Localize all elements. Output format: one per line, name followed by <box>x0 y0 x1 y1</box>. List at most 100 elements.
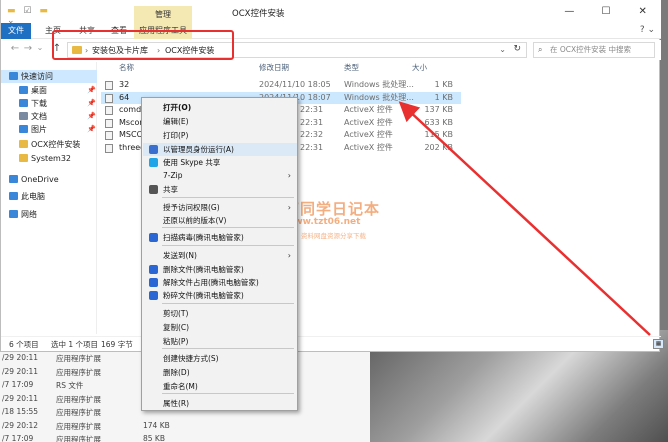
context-menu-item[interactable]: 复制(C) <box>143 321 297 334</box>
context-menu-item[interactable]: 扫描病毒(腾讯电脑管家) <box>143 231 297 244</box>
sidebar-item[interactable]: 此电脑 <box>1 190 97 203</box>
context-menu-item-label: 粘贴(P) <box>163 337 189 346</box>
download-icon <box>19 99 28 107</box>
selected-size: 169 字节 <box>101 340 133 349</box>
context-menu-item[interactable]: 共享 <box>143 183 297 196</box>
chevron-right-icon: › <box>287 203 291 212</box>
maximize-icon[interactable]: ☐ <box>588 0 625 23</box>
file-type: ActiveX 控件 <box>344 117 393 127</box>
sidebar-item-label: 快速访问 <box>21 72 53 81</box>
large-icons-view-icon[interactable]: ▦ <box>653 339 664 349</box>
context-menu-item[interactable]: 剪切(T) <box>143 307 297 320</box>
file-icon <box>105 81 113 90</box>
context-menu-item-label: 删除(D) <box>163 368 190 377</box>
quick-access-toolbar[interactable]: ▬ ☑ ▬ ⌄ <box>7 6 67 26</box>
context-menu-item[interactable]: 打印(P) <box>143 129 297 142</box>
sidebar-item-label: 桌面 <box>31 86 47 95</box>
column-type[interactable]: 类型 <box>344 62 359 73</box>
close-icon[interactable]: ✕ <box>624 0 661 23</box>
context-menu-item-label: 使用 Skype 共享 <box>163 158 221 167</box>
file-type: ActiveX 控件 <box>344 130 393 139</box>
cloud-icon <box>9 175 18 183</box>
file-size: 1 KB <box>434 80 453 89</box>
context-menu-item[interactable]: 粘贴(P) <box>143 335 297 348</box>
background-row-type: 应用程序扩展 <box>56 367 101 377</box>
minimize-icon[interactable]: — <box>551 0 588 23</box>
properties-icon[interactable]: ☑ <box>23 6 31 16</box>
window-controls: — ☐ ✕ <box>551 0 661 23</box>
context-menu-item-label: 解除文件占用(腾讯电脑管家) <box>163 278 259 287</box>
file-row[interactable]: 32 2024/11/10 18:05 Windows 批处理... 1 KB <box>101 79 461 91</box>
network-icon <box>9 210 18 218</box>
context-menu-item[interactable]: 删除文件(腾讯电脑管家) <box>143 263 297 276</box>
chevron-down-icon[interactable]: ⌄ <box>499 45 506 54</box>
pin-icon: 📌 <box>87 86 96 94</box>
sidebar-item[interactable]: 网络 <box>1 208 97 221</box>
desktop-icon <box>19 86 28 94</box>
context-menu: 打开(O) 编辑(E) 打印(P) 以管理员身份运行(A) 使用 Skype 共享 7-Z… <box>141 97 298 411</box>
sidebar-item-label: System32 <box>31 154 72 163</box>
pin-icon: 📌 <box>87 99 96 107</box>
search-icon: ⌕ <box>538 45 543 54</box>
sidebar-item[interactable]: 快速访问 <box>1 70 97 83</box>
sidebar-item[interactable]: 桌面 📌 <box>1 84 97 97</box>
file-type: Windows 批处理... <box>344 80 414 89</box>
file-date: 22:31 <box>300 117 324 127</box>
sidebar-item[interactable]: OCX控件安装 <box>1 138 97 151</box>
folder-icon[interactable]: ▬ <box>7 6 16 16</box>
file-name: 64 <box>119 92 130 102</box>
context-menu-item-label: 授予访问权限(G) <box>163 203 220 212</box>
context-menu-item[interactable]: 编辑(E) <box>143 115 297 128</box>
background-row-size: 174 KB <box>143 420 170 430</box>
refresh-icon[interactable]: ↻ <box>513 44 521 54</box>
sidebar-item-label: OCX控件安装 <box>31 140 81 149</box>
context-menu-item[interactable]: 删除(D) <box>143 366 297 379</box>
context-menu-item[interactable]: 还原以前的版本(V) <box>143 214 297 227</box>
background-row-date: /18 15:55 <box>2 407 39 416</box>
context-menu-item[interactable]: 以管理员身份运行(A) <box>143 143 297 156</box>
menu-separator <box>162 303 294 304</box>
context-menu-item[interactable]: 发送到(N) › <box>143 249 297 262</box>
context-menu-item-label: 发送到(N) <box>163 251 197 260</box>
help-icon[interactable]: ? ⌄ <box>640 25 655 35</box>
sidebar-item[interactable]: 文档 📌 <box>1 110 97 123</box>
sidebar-item[interactable]: 下载 📌 <box>1 97 97 110</box>
context-menu-item[interactable]: 解除文件占用(腾讯电脑管家) <box>143 276 297 289</box>
context-menu-item[interactable]: 打开(O) <box>143 101 297 114</box>
sidebar-item-label: 此电脑 <box>21 192 45 201</box>
search-input[interactable]: ⌕ 在 OCX控件安装 中搜索 <box>533 42 655 58</box>
context-menu-item[interactable]: 7-Zip › <box>143 169 297 182</box>
background-row-date: /7 17:09 <box>2 434 34 442</box>
tab-file[interactable]: 文件 <box>1 23 31 39</box>
document-icon <box>19 112 28 120</box>
sidebar-item[interactable]: 图片 📌 <box>1 123 97 136</box>
background-row-date: /29 20:12 <box>2 420 39 430</box>
context-menu-item[interactable]: 授予访问权限(G) › <box>143 201 297 214</box>
context-menu-item[interactable]: 重命名(M) <box>143 380 297 393</box>
folder-icon <box>19 140 28 148</box>
skype-icon <box>149 158 158 167</box>
back-icon[interactable]: ← <box>9 43 21 57</box>
tab-manage[interactable]: 管理 <box>134 6 192 23</box>
context-menu-item-label: 共享 <box>163 185 178 194</box>
forward-icon[interactable]: → <box>22 43 34 57</box>
context-menu-item[interactable]: 使用 Skype 共享 <box>143 156 297 169</box>
menu-separator <box>162 348 294 349</box>
new-folder-icon[interactable]: ▬ <box>39 6 48 16</box>
context-menu-item[interactable]: 属性(R) <box>143 397 297 410</box>
sidebar-item[interactable]: System32 <box>1 152 97 165</box>
recent-locations-icon[interactable]: ⌄ <box>34 43 46 57</box>
chevron-right-icon: › <box>287 251 291 260</box>
column-date[interactable]: 修改日期 <box>259 62 289 73</box>
address-highlight-box <box>52 30 234 60</box>
column-size[interactable]: 大小 <box>412 62 427 73</box>
menu-separator <box>162 227 294 228</box>
context-menu-item[interactable]: 创建快捷方式(S) <box>143 352 297 365</box>
file-type: Windows 批处理... <box>344 92 414 102</box>
context-menu-item[interactable]: 粉碎文件(腾讯电脑管家) <box>143 289 297 302</box>
file-size: 1 KB <box>434 92 453 102</box>
sidebar-item[interactable]: OneDrive <box>1 173 97 186</box>
context-menu-item-label: 属性(R) <box>163 399 190 408</box>
background-row: /29 20:12 应用程序扩展 174 KB <box>0 421 360 432</box>
column-name[interactable]: 名称 <box>119 62 134 73</box>
